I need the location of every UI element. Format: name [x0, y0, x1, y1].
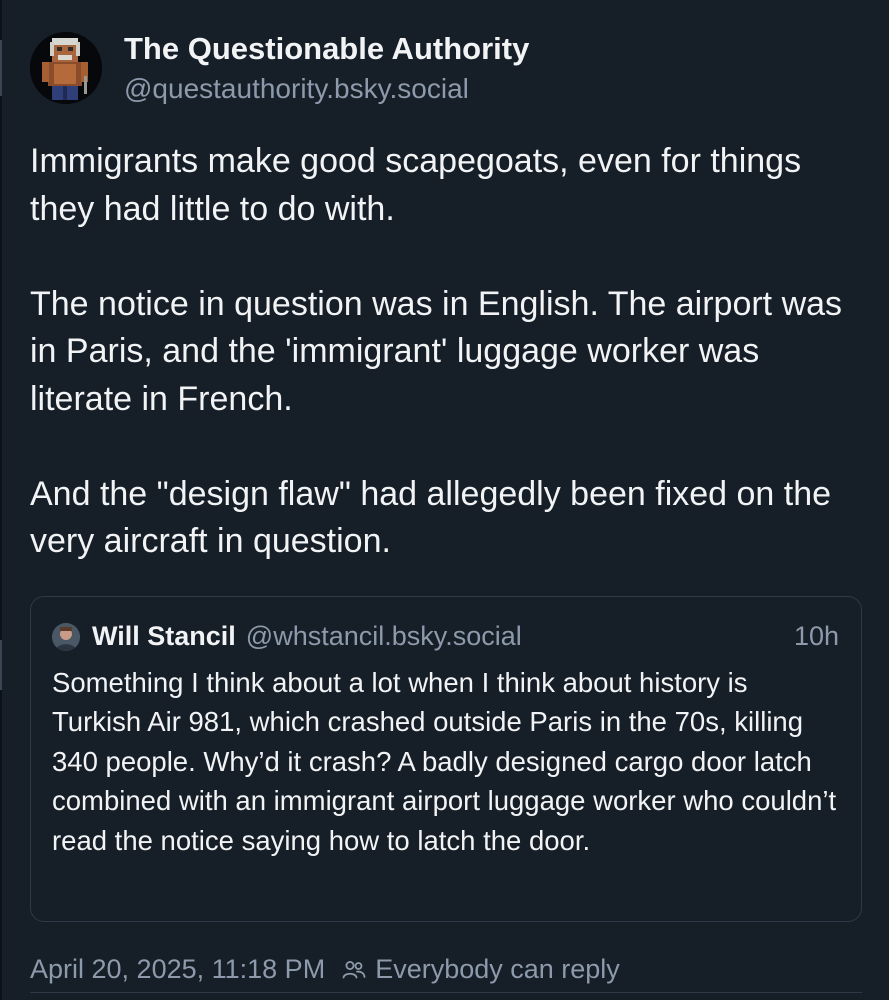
reply-setting-label[interactable]: Everybody can reply — [375, 954, 620, 985]
post-author-row[interactable]: The Questionable Authority @questauthori… — [30, 28, 862, 108]
post-footer-meta: April 20, 2025, 11:18 PM Everybody can r… — [30, 950, 862, 990]
author-avatar[interactable] — [30, 32, 102, 104]
quote-text: Something I think about a lot when I thi… — [52, 666, 837, 856]
quote-post-card[interactable]: Will Stancil @whstancil.bsky.social 10h … — [30, 595, 862, 922]
post-paragraph: And the "design flaw" had allegedly been… — [30, 474, 832, 561]
post-paragraph: The notice in question was in English. T… — [30, 284, 843, 418]
author-avatar-image — [30, 32, 102, 104]
window-left-edge — [0, 0, 2, 1000]
quote-author-avatar-image — [52, 622, 80, 651]
quote-author-avatar[interactable] — [52, 622, 80, 651]
post-text: Immigrants make good scapegoats, even fo… — [30, 138, 862, 566]
quote-author-handle[interactable]: @whstancil.bsky.social — [246, 621, 522, 652]
quote-timestamp[interactable]: 10h — [794, 621, 839, 652]
quote-author-display-name[interactable]: Will Stancil — [92, 621, 236, 652]
people-icon — [341, 957, 367, 983]
post-divider — [30, 992, 862, 993]
author-meta: The Questionable Authority @questauthori… — [124, 30, 529, 106]
author-display-name[interactable]: The Questionable Authority — [124, 30, 529, 68]
post-paragraph: Immigrants make good scapegoats, even fo… — [30, 142, 802, 228]
author-handle[interactable]: @questauthority.bsky.social — [124, 72, 529, 106]
edge-mark — [0, 640, 2, 690]
quote-header: Will Stancil @whstancil.bsky.social — [52, 619, 839, 655]
edge-mark — [0, 40, 2, 96]
post-timestamp[interactable]: April 20, 2025, 11:18 PM — [30, 954, 325, 985]
post: The Questionable Authority @questauthori… — [30, 28, 862, 990]
